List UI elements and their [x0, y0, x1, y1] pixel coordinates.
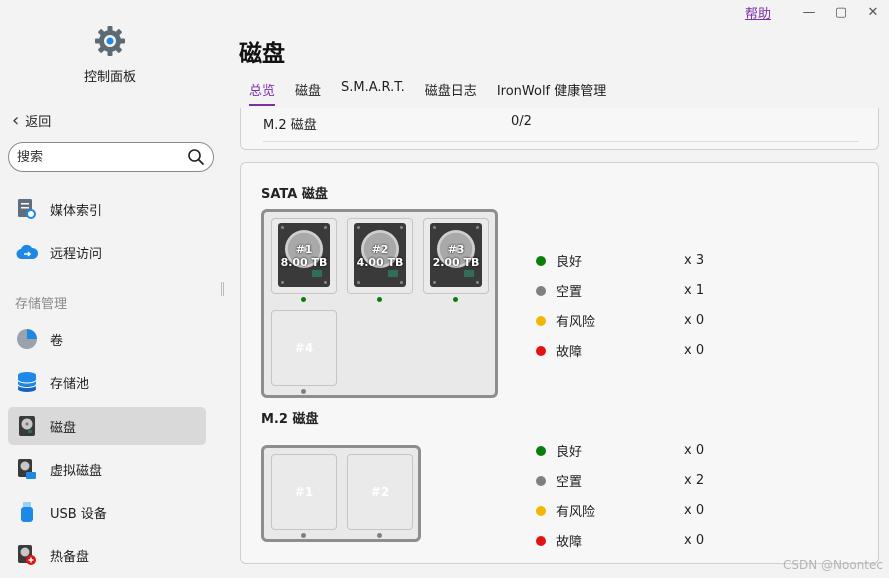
legend-item-empty: 空置 x 1 [536, 281, 736, 300]
tab-bar: 总览 磁盘 S.M.A.R.T. 磁盘日志 IronWolf 健康管理 [249, 80, 626, 106]
summary-value: 0/2 [511, 114, 532, 129]
legend-item-failed: 故障 x 0 [536, 341, 736, 360]
gear-icon [95, 26, 125, 56]
hdd-icon: #1 8.00 TB [278, 223, 330, 287]
legend-item-good: 良好 x 3 [536, 251, 736, 270]
hdd-icon: #2 4.00 TB [354, 223, 406, 287]
sata-slot-2[interactable]: #2 4.00 TB [347, 218, 413, 294]
sata-bay-frame: #1 8.00 TB #2 4.00 TB #3 2.00 TB #4 [261, 209, 498, 398]
sidebar-item-media-index[interactable]: 媒体索引 [8, 190, 206, 228]
tab-ironwolf-health[interactable]: IronWolf 健康管理 [497, 80, 606, 106]
sidebar-item-label: 媒体索引 [50, 203, 103, 219]
legend-count: x 0 [684, 533, 705, 548]
back-label: 返回 [25, 115, 52, 130]
cloud-remote-icon [16, 241, 38, 263]
summary-card: M.2 磁盘 0/2 [240, 108, 879, 150]
status-led-empty [301, 533, 306, 538]
summary-key: M.2 磁盘 [263, 118, 317, 133]
m2-bay-frame: #1 #2 [261, 445, 421, 542]
tab-overview[interactable]: 总览 [249, 80, 276, 106]
status-led-empty [301, 389, 306, 394]
legend-item-at-risk: 有风险 x 0 [536, 311, 736, 330]
sata-slot-4[interactable]: #4 [271, 310, 337, 386]
sidebar-item-label: 磁盘 [50, 420, 77, 436]
search-icon[interactable] [187, 148, 205, 166]
usb-icon [16, 501, 38, 523]
search-input[interactable] [17, 149, 187, 165]
page-title: 磁盘 [239, 41, 285, 67]
slot-capacity: 8.00 TB [280, 256, 328, 269]
sidebar-item-label: 卷 [50, 333, 64, 349]
slot-number: #2 [370, 485, 390, 499]
sidebar-item-label: USB 设备 [50, 506, 107, 522]
legend-count: x 0 [684, 443, 705, 458]
control-panel-title: 控制面板 [83, 70, 136, 85]
virtual-disk-icon [16, 458, 38, 480]
m2-slot-1[interactable]: #1 [271, 454, 337, 530]
legend-item-good: 良好 x 0 [536, 441, 736, 460]
sidebar-item-label: 远程访问 [50, 246, 103, 262]
m2-section-title: M.2 磁盘 [261, 412, 319, 427]
legend-count: x 0 [684, 313, 705, 328]
legend-count: x 1 [684, 283, 705, 298]
maximize-button[interactable]: ▢ [825, 5, 857, 20]
m2-slot-2[interactable]: #2 [347, 454, 413, 530]
control-panel-header: 控制面板 [0, 24, 220, 85]
summary-row-m2: M.2 磁盘 0/2 [263, 114, 859, 142]
sidebar: 控制面板 ‹ 返回 媒体索引 远程访问 存储管理 卷 存储池 [0, 0, 220, 578]
volume-pie-icon [16, 328, 38, 350]
sidebar-resize-handle[interactable] [221, 282, 224, 296]
tab-smart[interactable]: S.M.A.R.T. [341, 80, 405, 106]
sata-slot-1[interactable]: #1 8.00 TB [271, 218, 337, 294]
legend-count: x 0 [684, 343, 705, 358]
sata-slot-3[interactable]: #3 2.00 TB [423, 218, 489, 294]
sidebar-item-label: 存储池 [50, 376, 90, 392]
legend-count: x 2 [684, 473, 705, 488]
hot-spare-icon [16, 544, 38, 566]
tab-disk-log[interactable]: 磁盘日志 [425, 80, 477, 106]
window-controls: 帮助 — ▢ ✕ [745, 0, 889, 24]
sata-section-title: SATA 磁盘 [261, 187, 328, 202]
back-button[interactable]: ‹ 返回 [12, 111, 51, 130]
status-led-empty [377, 533, 382, 538]
sidebar-item-label: 热备盘 [50, 549, 90, 565]
slot-capacity: 4.00 TB [356, 256, 404, 269]
slot-capacity: 2.00 TB [432, 256, 480, 269]
sidebar-item-usb[interactable]: USB 设备 [8, 493, 206, 531]
disk-overview-card: SATA 磁盘 #1 8.00 TB #2 4.00 TB #3 2.00 TB… [240, 162, 879, 564]
legend-item-failed: 故障 x 0 [536, 531, 736, 550]
close-button[interactable]: ✕ [857, 5, 889, 20]
sidebar-item-volume[interactable]: 卷 [8, 320, 206, 358]
media-index-icon [16, 198, 38, 220]
section-storage-management: 存储管理 [15, 297, 68, 312]
legend-item-at-risk: 有风险 x 0 [536, 501, 736, 520]
help-link[interactable]: 帮助 [745, 3, 771, 22]
watermark: CSDN @Noontec [783, 558, 883, 572]
sidebar-item-label: 虚拟磁盘 [50, 463, 103, 479]
hdd-icon: #3 2.00 TB [430, 223, 482, 287]
legend-count: x 0 [684, 503, 705, 518]
tab-disk[interactable]: 磁盘 [295, 80, 321, 106]
legend-count: x 3 [684, 253, 705, 268]
slot-number: #1 [294, 485, 314, 499]
sidebar-item-storage-pool[interactable]: 存储池 [8, 363, 206, 401]
slot-number: #2 [371, 243, 389, 256]
disk-icon [16, 415, 38, 437]
chevron-left-icon: ‹ [12, 109, 20, 131]
sidebar-item-remote-access[interactable]: 远程访问 [8, 233, 206, 271]
legend-item-empty: 空置 x 2 [536, 471, 736, 490]
sidebar-item-virtual-disk[interactable]: 虚拟磁盘 [8, 450, 206, 488]
slot-number: #3 [447, 243, 465, 256]
status-led-good [301, 297, 306, 302]
status-led-good [377, 297, 382, 302]
storage-pool-icon [16, 371, 38, 393]
status-led-good [453, 297, 458, 302]
slot-number: #1 [295, 243, 313, 256]
sidebar-item-hot-spare[interactable]: 热备盘 [8, 536, 206, 574]
search-box [8, 142, 214, 172]
slot-number: #4 [294, 341, 314, 355]
sidebar-item-disk[interactable]: 磁盘 [8, 407, 206, 445]
minimize-button[interactable]: — [793, 5, 825, 20]
